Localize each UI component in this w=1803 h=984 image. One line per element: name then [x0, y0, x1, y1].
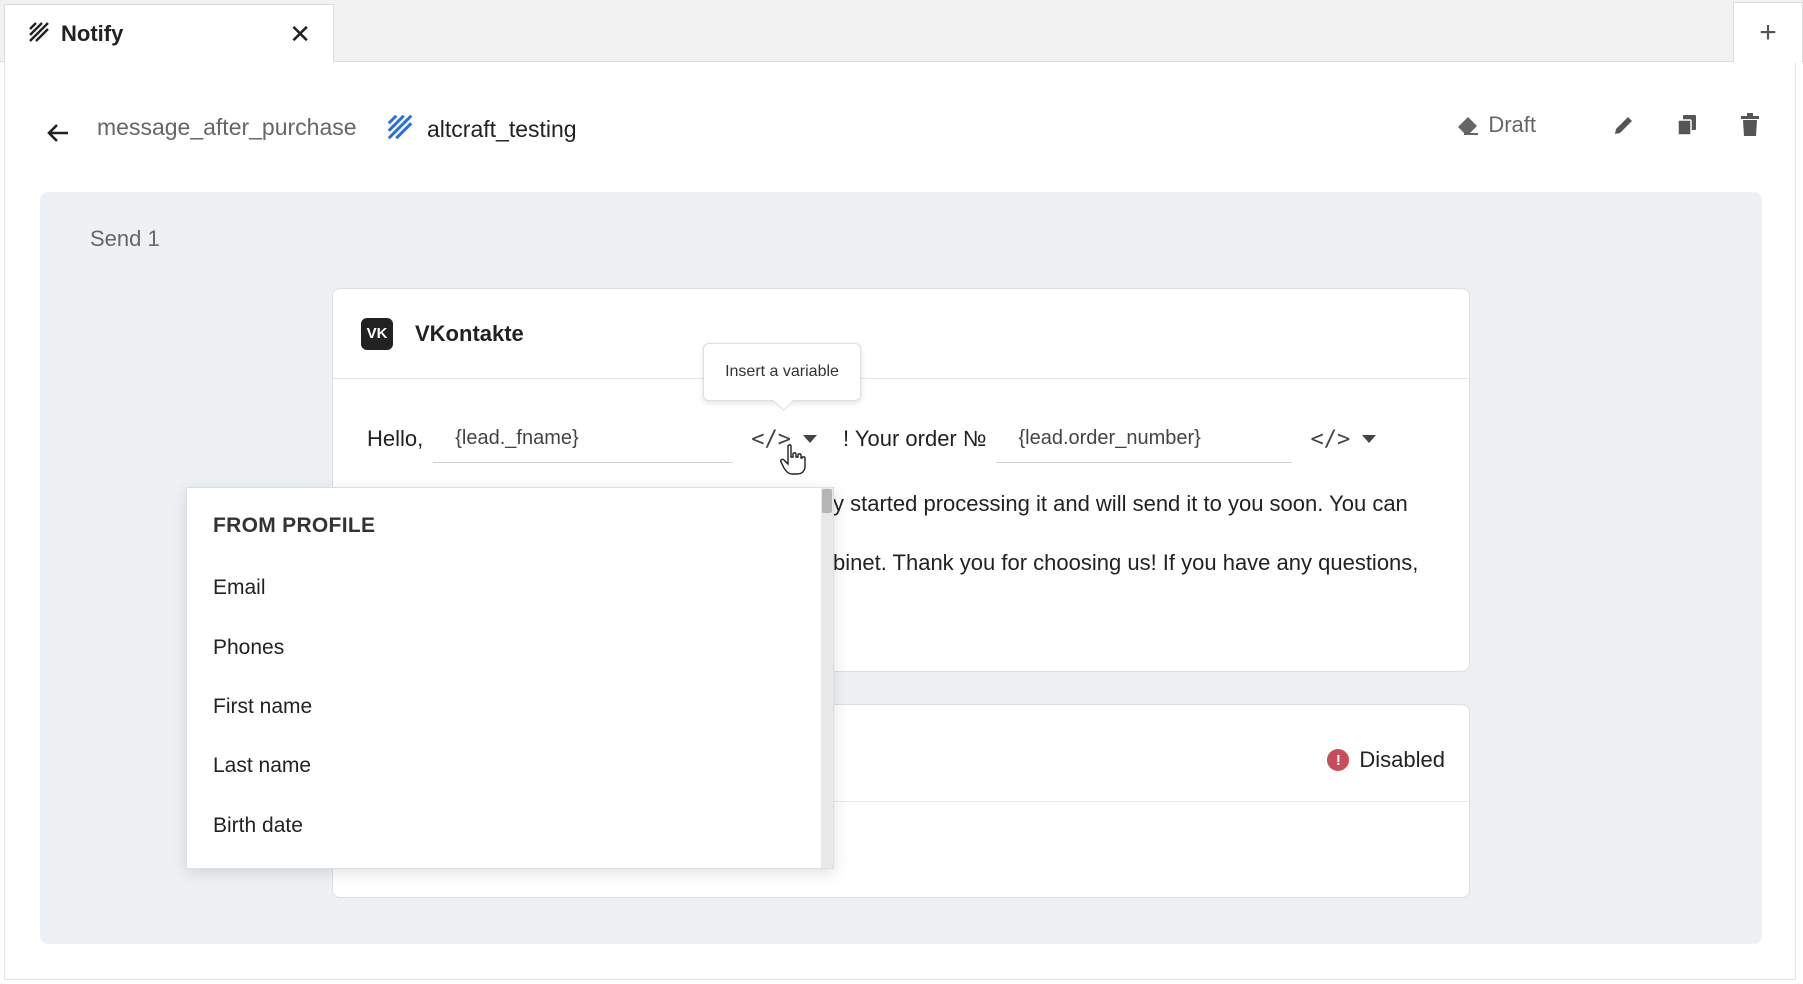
- tab-title: Notify: [61, 21, 124, 46]
- vk-logo-icon: VK: [361, 317, 393, 350]
- caret-down-icon: [1362, 435, 1377, 443]
- dropdown-item-email[interactable]: Email: [213, 576, 266, 600]
- dropdown-item-first-name[interactable]: First name: [213, 695, 312, 719]
- variable-field-order-number[interactable]: {lead.order_number}: [996, 415, 1293, 463]
- account-logo-icon: [385, 112, 415, 147]
- insert-variable-tooltip: Insert a variable: [703, 343, 861, 401]
- page-header: message_after_purchase altcraft_testing …: [5, 62, 1795, 192]
- disabled-status: ! Disabled: [1327, 747, 1445, 773]
- dropdown-item-birth-date[interactable]: Birth date: [213, 814, 303, 838]
- account-selector[interactable]: altcraft_testing: [385, 112, 577, 147]
- dropdown-section-header: FROM PROFILE: [213, 514, 376, 537]
- code-icon: </>: [1310, 426, 1351, 452]
- delete-button[interactable]: [1735, 110, 1765, 140]
- dropdown-scrollbar[interactable]: [821, 488, 833, 868]
- order-text: ! Your order №: [843, 426, 987, 451]
- new-tab-button[interactable]: +: [1733, 2, 1803, 62]
- pencil-icon: [1615, 117, 1632, 134]
- scrollbar-thumb[interactable]: [822, 489, 832, 513]
- tab-notify[interactable]: Notify ✕: [4, 4, 334, 63]
- header-actions: Draft: [1456, 110, 1765, 140]
- status-text: Disabled: [1359, 747, 1445, 772]
- alert-icon: !: [1327, 749, 1350, 771]
- back-button[interactable]: [43, 118, 73, 148]
- variable-dropdown: FROM PROFILE Email Phones First name Las…: [186, 487, 834, 869]
- copy-icon: [1677, 115, 1696, 136]
- caret-down-icon: [803, 435, 817, 443]
- tab-bar: Notify ✕ +: [0, 0, 1803, 63]
- variable-field-fname[interactable]: {lead._fname}: [433, 415, 734, 463]
- copy-button[interactable]: [1672, 110, 1702, 140]
- status-label: Draft: [1488, 112, 1536, 137]
- message-text-line-1: y started processing it and will send it…: [833, 491, 1408, 516]
- message-line: Hello, {lead._fname} </> ! Your order № …: [367, 415, 1377, 463]
- draft-status: Draft: [1456, 112, 1536, 138]
- eraser-icon: [1458, 117, 1479, 135]
- insert-variable-button-2[interactable]: </>: [1310, 426, 1377, 452]
- card-header: VK VKontakte: [333, 289, 1469, 379]
- greeting-text: Hello,: [367, 426, 424, 451]
- close-tab-icon[interactable]: ✕: [289, 21, 311, 47]
- hand-cursor-icon: [780, 444, 806, 475]
- notify-logo-icon: [27, 20, 51, 49]
- edit-button[interactable]: [1609, 110, 1639, 140]
- arrow-left-icon: [47, 124, 68, 142]
- account-name: altcraft_testing: [427, 116, 577, 142]
- dropdown-item-phones[interactable]: Phones: [213, 636, 284, 660]
- message-name: message_after_purchase: [97, 114, 357, 140]
- dropdown-item-last-name[interactable]: Last name: [213, 754, 311, 778]
- message-text-line-2: binet. Thank you for choosing us! If you…: [833, 550, 1419, 575]
- channel-name: VKontakte: [415, 320, 524, 346]
- trash-icon: [1741, 113, 1759, 136]
- panel-title: Send 1: [90, 226, 160, 251]
